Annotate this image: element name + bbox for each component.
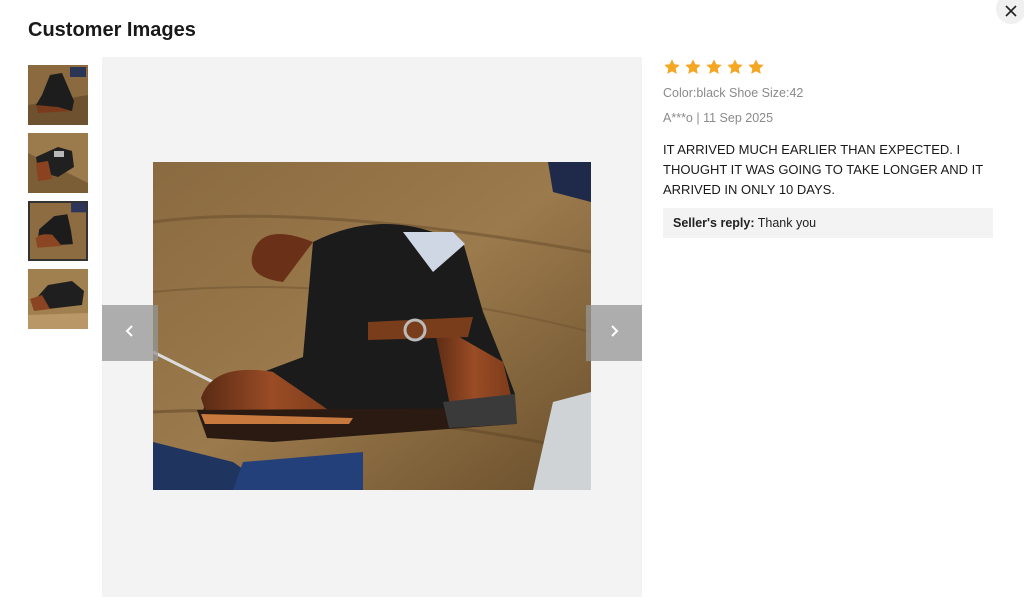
seller-reply: Seller's reply: Thank you [663,208,993,238]
chevron-right-icon [607,324,621,343]
star-icon [705,58,723,76]
next-image-button[interactable] [586,305,642,361]
review-text: IT ARRIVED MUCH EARLIER THAN EXPECTED. I… [663,142,983,197]
close-icon [1005,0,1017,22]
seller-reply-text: Thank you [757,216,817,230]
thumbnail-3[interactable] [28,201,88,261]
star-icon [747,58,765,76]
review-variant: Color:black Shoe Size:42 [663,86,804,100]
page-title: Customer Images [28,19,196,41]
star-rating [663,58,995,76]
star-icon [726,58,744,76]
thumbnail-4[interactable] [28,269,88,329]
thumbnail-1[interactable] [28,65,88,125]
thumbnail-2[interactable] [28,133,88,193]
close-button[interactable] [996,0,1024,24]
image-viewer [102,57,642,597]
star-icon [663,58,681,76]
chevron-left-icon [123,324,137,343]
previous-image-button[interactable] [102,305,158,361]
review-author-date: A***o | 11 Sep 2025 [663,111,774,125]
seller-reply-label: Seller's reply: [673,216,755,230]
review-panel: Color:black Shoe Size:42 A***o | 11 Sep … [663,58,995,238]
star-icon [684,58,702,76]
review-photo[interactable] [153,162,591,490]
